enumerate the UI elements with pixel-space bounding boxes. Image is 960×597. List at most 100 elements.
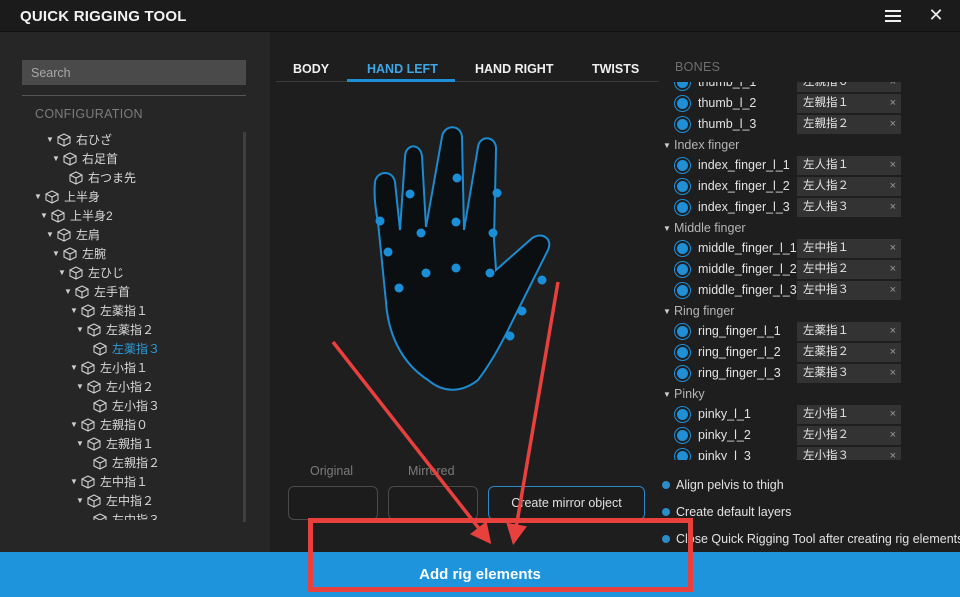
bone-mapping-field[interactable]: 左人指２ ×: [797, 177, 901, 196]
clear-icon[interactable]: ×: [890, 94, 896, 113]
tree-item[interactable]: ▼ 左親指０: [70, 415, 148, 434]
bone-radio[interactable]: [675, 345, 690, 360]
joint-dot[interactable]: [394, 283, 404, 293]
bone-mapping-field[interactable]: 左薬指２ ×: [797, 343, 901, 362]
bone-mapping-field[interactable]: 左親指０ ×: [797, 82, 901, 92]
bone-mapping-field[interactable]: 左中指３ ×: [797, 281, 901, 300]
tree-item[interactable]: ▼ 左小指２: [76, 377, 154, 396]
clear-icon[interactable]: ×: [890, 198, 896, 217]
tree-item[interactable]: ▼ 左手首: [64, 282, 130, 301]
bone-mapping-field[interactable]: 左中指２ ×: [797, 260, 901, 279]
tab-twists[interactable]: TWISTS: [592, 62, 639, 76]
tree-item[interactable]: ▼ 右ひざ: [46, 130, 112, 149]
radio-dot-icon[interactable]: [662, 535, 670, 543]
bone-mapping-field[interactable]: 左小指３ ×: [797, 447, 901, 460]
tree-item[interactable]: ▼ 左中指１: [70, 472, 148, 491]
joint-dot[interactable]: [517, 306, 527, 316]
tree-item[interactable]: ▼ 上半身: [34, 187, 100, 206]
collapse-arrow-icon[interactable]: ▼: [663, 390, 674, 399]
radio-dot-icon[interactable]: [662, 481, 670, 489]
collapse-arrow-icon[interactable]: ▼: [663, 141, 674, 150]
expand-arrow-icon[interactable]: ▼: [70, 420, 80, 429]
bone-radio[interactable]: [675, 82, 690, 90]
hamburger-icon[interactable]: [884, 7, 902, 25]
bone-radio[interactable]: [675, 407, 690, 422]
joint-dot[interactable]: [485, 268, 495, 278]
expand-arrow-icon[interactable]: ▼: [46, 135, 56, 144]
bone-mapping-field[interactable]: 左小指１ ×: [797, 405, 901, 424]
bone-mapping-field[interactable]: 左薬指１ ×: [797, 322, 901, 341]
expand-arrow-icon[interactable]: ▼: [70, 306, 80, 315]
bone-mapping-field[interactable]: 左親指２ ×: [797, 115, 901, 134]
bone-group-header[interactable]: ▼ Ring finger: [663, 304, 734, 318]
tree-item[interactable]: 左薬指３: [93, 339, 160, 358]
clear-icon[interactable]: ×: [890, 364, 896, 383]
bone-radio[interactable]: [675, 179, 690, 194]
tree-item[interactable]: ▼ 右足首: [52, 149, 118, 168]
bone-radio[interactable]: [675, 200, 690, 215]
joint-dot[interactable]: [375, 216, 385, 226]
search-input[interactable]: [22, 60, 246, 85]
bone-radio[interactable]: [675, 324, 690, 339]
joint-dot[interactable]: [451, 217, 461, 227]
joint-dot[interactable]: [405, 189, 415, 199]
bone-mapping-field[interactable]: 左薬指３ ×: [797, 364, 901, 383]
tab-hand-right[interactable]: HAND RIGHT: [475, 62, 553, 76]
collapse-arrow-icon[interactable]: ▼: [663, 307, 674, 316]
clear-icon[interactable]: ×: [890, 239, 896, 258]
close-icon[interactable]: ✕: [926, 5, 946, 25]
clear-icon[interactable]: ×: [890, 322, 896, 341]
expand-arrow-icon[interactable]: ▼: [58, 268, 68, 277]
tree-item[interactable]: ▼ 左ひじ: [58, 263, 124, 282]
bone-radio[interactable]: [675, 96, 690, 111]
tab-hand-left[interactable]: HAND LEFT: [367, 62, 438, 76]
original-field[interactable]: [288, 486, 378, 520]
joint-dot[interactable]: [416, 228, 426, 238]
tab-body[interactable]: BODY: [293, 62, 329, 76]
radio-dot-icon[interactable]: [662, 508, 670, 516]
bone-radio[interactable]: [675, 158, 690, 173]
expand-arrow-icon[interactable]: ▼: [46, 230, 56, 239]
tree-item[interactable]: 左小指３: [93, 396, 160, 415]
clear-icon[interactable]: ×: [890, 343, 896, 362]
clear-icon[interactable]: ×: [890, 177, 896, 196]
expand-arrow-icon[interactable]: ▼: [64, 287, 74, 296]
clear-icon[interactable]: ×: [890, 156, 896, 175]
joint-dot[interactable]: [492, 188, 502, 198]
expand-arrow-icon[interactable]: ▼: [76, 439, 86, 448]
bone-radio[interactable]: [675, 241, 690, 256]
bone-mapping-field[interactable]: 左人指１ ×: [797, 156, 901, 175]
tree-item[interactable]: ▼ 左薬指１: [70, 301, 148, 320]
joint-dot[interactable]: [537, 275, 547, 285]
joint-dot[interactable]: [383, 247, 393, 257]
tree-item[interactable]: ▼ 左薬指２: [76, 320, 154, 339]
mirrored-field[interactable]: [388, 486, 478, 520]
bone-group-header[interactable]: ▼ Middle finger: [663, 221, 746, 235]
bone-mapping-field[interactable]: 左中指１ ×: [797, 239, 901, 258]
bone-mapping-field[interactable]: 左小指２ ×: [797, 426, 901, 445]
expand-arrow-icon[interactable]: ▼: [76, 496, 86, 505]
expand-arrow-icon[interactable]: ▼: [52, 249, 62, 258]
tree-item[interactable]: 右つま先: [69, 168, 136, 187]
create-mirror-button[interactable]: Create mirror object: [488, 486, 645, 520]
bone-radio[interactable]: [675, 262, 690, 277]
bone-mapping-field[interactable]: 左人指３ ×: [797, 198, 901, 217]
tree-item[interactable]: ▼ 左親指１: [76, 434, 154, 453]
joint-dot[interactable]: [451, 263, 461, 273]
clear-icon[interactable]: ×: [890, 281, 896, 300]
option-align-pelvis[interactable]: Align pelvis to thigh: [662, 478, 784, 492]
bone-group-header[interactable]: ▼ Pinky: [663, 387, 705, 401]
bone-radio[interactable]: [675, 117, 690, 132]
clear-icon[interactable]: ×: [890, 115, 896, 134]
bone-radio[interactable]: [675, 428, 690, 443]
joint-dot[interactable]: [421, 268, 431, 278]
option-default-layers[interactable]: Create default layers: [662, 505, 791, 519]
joint-dot[interactable]: [452, 173, 462, 183]
tree-scrollbar[interactable]: [243, 132, 246, 522]
clear-icon[interactable]: ×: [890, 426, 896, 445]
tree-item[interactable]: ▼ 左中指２: [76, 491, 154, 510]
tree-item[interactable]: 左親指２: [93, 453, 160, 472]
expand-arrow-icon[interactable]: ▼: [70, 477, 80, 486]
joint-dot[interactable]: [505, 331, 515, 341]
tree-item[interactable]: 左中指３: [93, 510, 160, 520]
